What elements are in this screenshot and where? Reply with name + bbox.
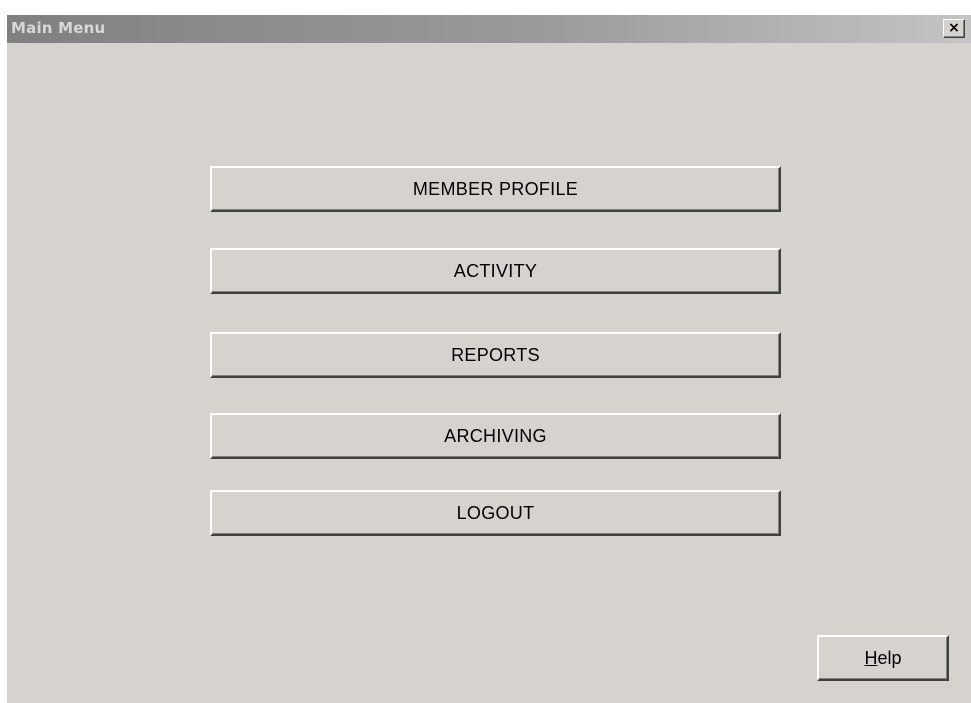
help-label-rest: elp <box>877 647 902 668</box>
archiving-button[interactable]: ARCHIVING <box>210 413 781 459</box>
logout-button[interactable]: LOGOUT <box>210 490 781 536</box>
title-bar[interactable]: Main Menu × <box>7 15 971 43</box>
window-title: Main Menu <box>11 19 106 37</box>
reports-button[interactable]: REPORTS <box>210 332 781 378</box>
member-profile-button[interactable]: MEMBER PROFILE <box>210 166 781 212</box>
help-button[interactable]: Help <box>817 635 949 681</box>
close-button[interactable]: × <box>943 19 965 38</box>
help-mnemonic: H <box>864 647 878 668</box>
close-icon: × <box>948 20 960 36</box>
activity-button[interactable]: ACTIVITY <box>210 248 781 294</box>
main-menu-window: Main Menu × MEMBER PROFILE ACTIVITY REPO… <box>6 14 971 703</box>
